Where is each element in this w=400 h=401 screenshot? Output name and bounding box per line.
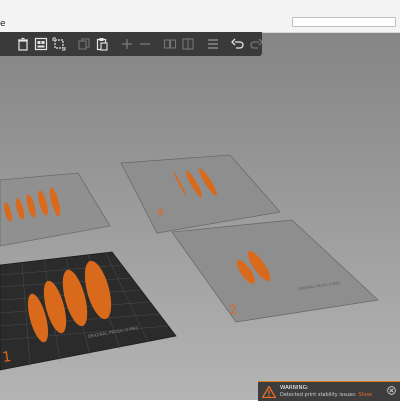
warning-icon <box>262 385 276 398</box>
notification-message: Detected print stability issues: Show <box>280 392 372 399</box>
add-instance-icon <box>122 39 132 49</box>
bed-plate-1-active[interactable]: ORIGINAL PRUSA i3 MK3 1 <box>0 251 177 371</box>
split-parts-icon <box>182 38 194 50</box>
split-objects-button[interactable] <box>163 36 177 52</box>
delete-icon <box>18 37 28 51</box>
paste-button[interactable] <box>95 36 109 52</box>
notification-message-text: Detected print stability issues: <box>280 391 357 398</box>
copy-button[interactable] <box>77 36 91 52</box>
search-input[interactable] <box>292 17 396 27</box>
plater-scene[interactable]: 4 ORIGINAL PRUSA i3 MK3 2 ORIGINAL PRUSA… <box>0 32 400 400</box>
close-icon[interactable] <box>387 386 396 395</box>
arrange-icon <box>34 37 48 51</box>
bed-plate-3[interactable] <box>0 172 111 247</box>
split-objects-icon <box>163 39 177 49</box>
window-title: e <box>0 19 6 29</box>
redo-icon <box>250 38 263 49</box>
split-parts-button[interactable] <box>181 36 195 52</box>
arrange-button[interactable] <box>34 36 48 52</box>
warning-notification: WARNING: Detected print stability issues… <box>258 381 400 401</box>
delete-button[interactable] <box>16 36 30 52</box>
arrange-selection-button[interactable] <box>52 36 66 52</box>
remove-instance-button[interactable] <box>138 36 152 52</box>
notification-link[interactable]: Show <box>358 392 372 398</box>
window-title-bar: e <box>0 0 400 33</box>
layers-icon <box>208 39 218 49</box>
layers-button[interactable] <box>206 36 220 52</box>
top-toolbar <box>0 32 263 56</box>
3d-viewport[interactable]: 4 ORIGINAL PRUSA i3 MK3 2 ORIGINAL PRUSA… <box>0 32 400 400</box>
remove-instance-icon <box>140 43 150 45</box>
undo-button[interactable] <box>231 36 245 52</box>
paste-icon <box>96 38 108 51</box>
arrange-selection-icon <box>52 37 66 51</box>
notification-title: WARNING: <box>280 384 309 391</box>
bed-plate-4[interactable]: 4 <box>120 154 281 234</box>
redo-button[interactable] <box>249 36 263 52</box>
bed-plate-2[interactable]: ORIGINAL PRUSA i3 MK3 2 <box>171 219 379 323</box>
copy-icon <box>78 38 90 50</box>
add-instance-button[interactable] <box>120 36 134 52</box>
undo-icon <box>231 38 244 49</box>
